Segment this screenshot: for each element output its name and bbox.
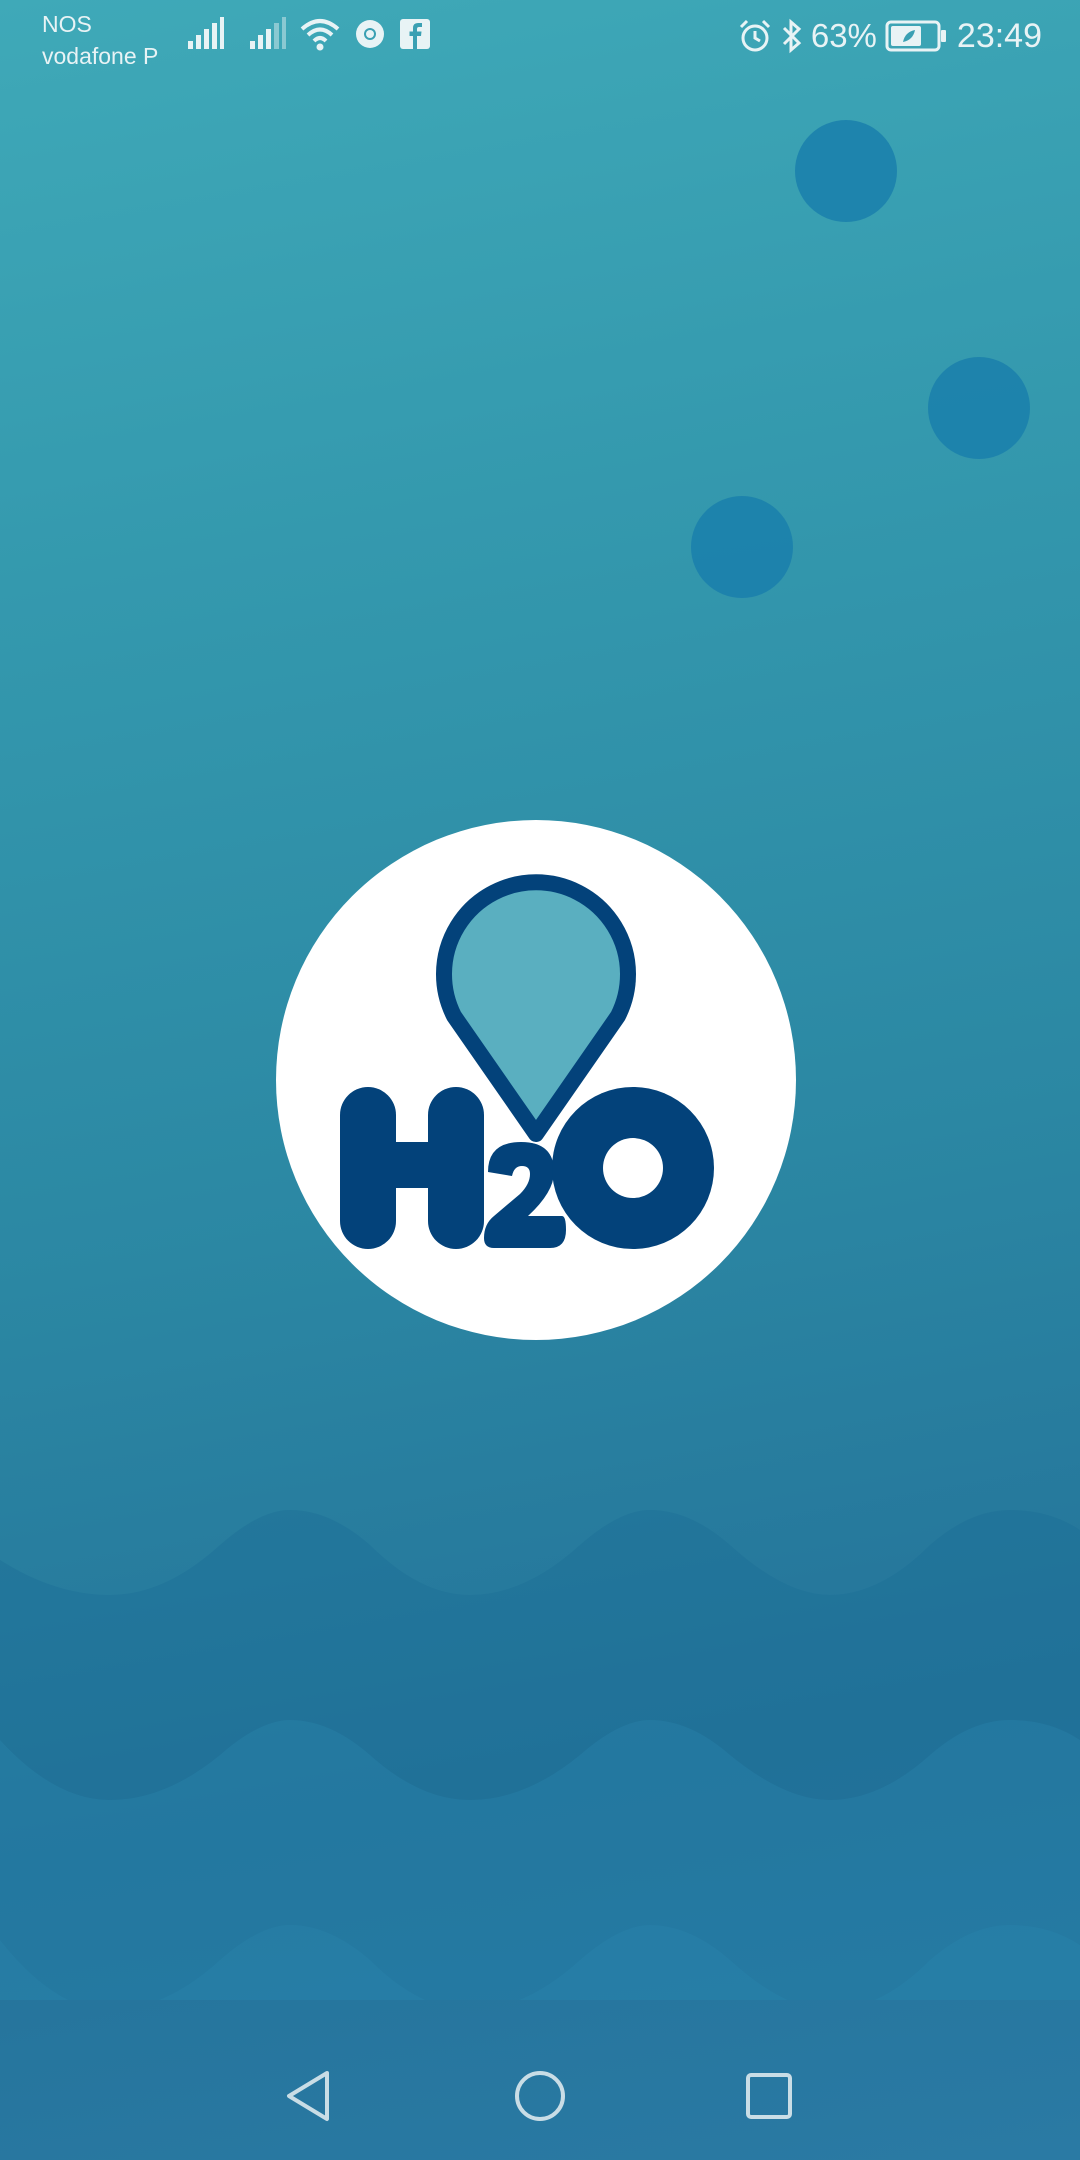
back-button[interactable] (276, 2064, 340, 2128)
bluetooth-icon (781, 18, 803, 54)
recents-button[interactable] (737, 2064, 801, 2128)
logo-letter-h (340, 1087, 484, 1249)
recents-icon (746, 2073, 792, 2119)
status-bar: NOS vodafone P 63% 23:49 (0, 0, 1080, 76)
carrier-info: NOS vodafone P (42, 8, 158, 72)
wave-decoration (0, 1510, 1080, 2000)
wifi-icon (300, 17, 340, 56)
status-icons-left (186, 16, 444, 56)
bubble-decoration (691, 496, 793, 598)
bubble-decoration (795, 120, 897, 222)
signal-icon-2 (248, 16, 286, 56)
signal-icon (186, 16, 224, 56)
battery-icon (885, 20, 947, 52)
home-icon (515, 2071, 565, 2121)
bubble-decoration (928, 357, 1030, 459)
status-right: 63% 23:49 (729, 14, 1042, 58)
alarm-icon (737, 18, 773, 54)
carrier-secondary: vodafone P (42, 43, 159, 69)
home-button[interactable] (508, 2064, 572, 2128)
back-icon (287, 2071, 329, 2121)
h2o-logo-icon (340, 874, 714, 1249)
facebook-icon (400, 18, 430, 54)
app-logo (276, 820, 796, 1340)
navigation-bar (0, 2030, 1080, 2160)
carrier-primary: NOS (42, 11, 92, 37)
chrome-icon (354, 18, 386, 55)
battery-percent: 63% (810, 17, 877, 54)
clock: 23:49 (956, 16, 1042, 55)
